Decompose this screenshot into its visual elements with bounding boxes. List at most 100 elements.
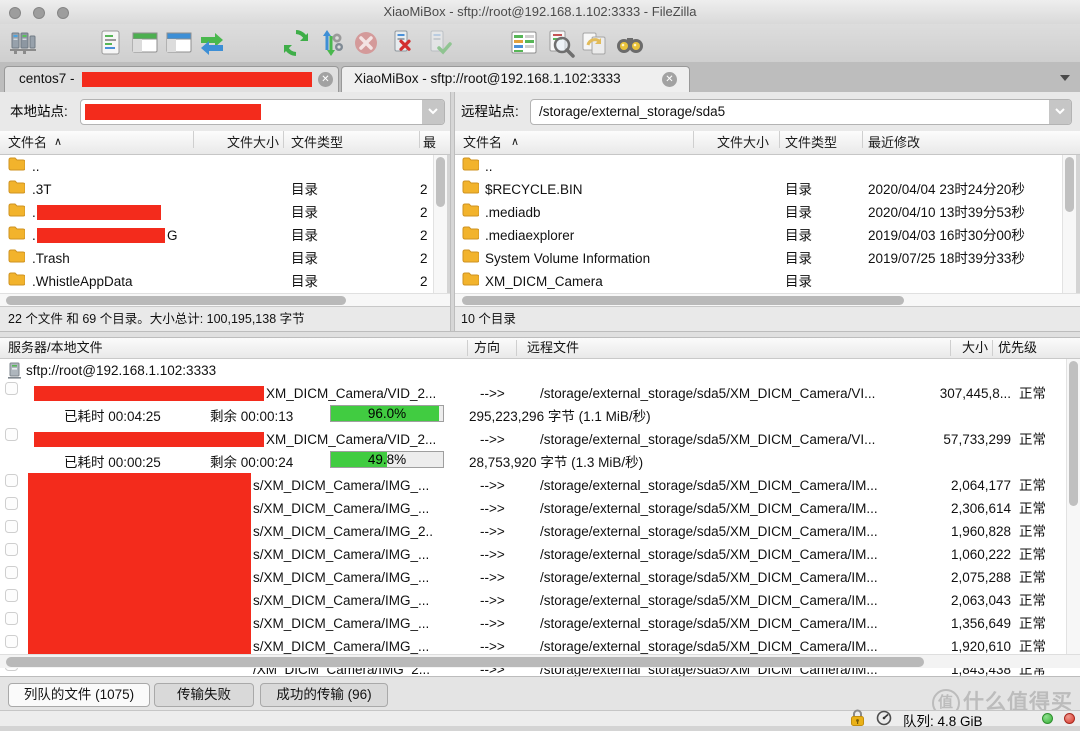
pane-splitter[interactable] <box>0 331 1080 338</box>
file-row[interactable]: .Trash 目录 2 <box>0 247 433 270</box>
remote-vertical-scrollbar[interactable] <box>1062 155 1076 293</box>
find-files-icon[interactable] <box>615 28 645 58</box>
file-modified: 2020/04/04 23时24分20秒 <box>868 182 1025 197</box>
directory-comparison-icon[interactable] <box>545 28 575 58</box>
file-name: .3T <box>32 182 52 197</box>
file-row[interactable]: XM_DICM_Camera 目录 <box>455 270 1062 293</box>
chevron-down-icon[interactable] <box>1049 100 1071 124</box>
redaction-bar <box>82 72 312 87</box>
file-row[interactable]: .3T 目录 2 <box>0 178 433 201</box>
cancel-icon[interactable] <box>351 28 381 58</box>
checkbox[interactable] <box>5 612 18 625</box>
file-row[interactable]: .mediadb 目录 2020/04/10 13时39分53秒 <box>455 201 1062 224</box>
local-site-combo[interactable] <box>80 99 445 125</box>
checkbox[interactable] <box>5 543 18 556</box>
file-modified: 2 <box>420 274 428 289</box>
file-name: . <box>32 228 36 243</box>
checkbox[interactable] <box>5 566 18 579</box>
column-size[interactable]: 大小 <box>0 338 988 358</box>
local-horizontal-scrollbar[interactable] <box>0 293 450 306</box>
column-filetype[interactable]: 文件类型 <box>785 131 837 154</box>
synchronized-browsing-icon[interactable] <box>579 28 609 58</box>
file-row[interactable]: System Volume Information 目录 2019/07/25 … <box>455 247 1062 270</box>
file-row[interactable]: $RECYCLE.BIN 目录 2020/04/04 23时24分20秒 <box>455 178 1062 201</box>
remote-path: /storage/external_storage/sda5/XM_DICM_C… <box>540 570 878 585</box>
queue-transfer-row[interactable]: XM_DICM_Camera/VID_2... -->> /storage/ex… <box>0 428 1080 451</box>
checkbox[interactable] <box>5 428 18 441</box>
transfer-queue-icon[interactable] <box>197 28 227 58</box>
tab-close-icon[interactable]: ✕ <box>318 72 333 87</box>
site-manager-icon[interactable] <box>8 28 38 58</box>
file-type: 目录 <box>785 182 812 197</box>
chevron-down-icon[interactable] <box>422 100 444 124</box>
folder-icon <box>462 270 480 293</box>
folder-icon <box>462 247 480 270</box>
file-type: 目录 <box>291 251 318 266</box>
priority: 正常 <box>1019 524 1046 539</box>
column-modified-partial[interactable]: 最 <box>423 131 436 154</box>
file-modified: 2 <box>420 251 428 266</box>
remote-path: /storage/external_storage/sda5/XM_DICM_C… <box>540 593 878 608</box>
tab-xiaomibox[interactable]: XiaoMiBox - sftp://root@192.168.1.102:33… <box>341 66 690 92</box>
priority: 正常 <box>1019 570 1046 585</box>
reconnect-icon[interactable] <box>423 28 453 58</box>
process-queue-icon[interactable] <box>315 28 345 58</box>
server-url: sftp://root@192.168.1.102:3333 <box>26 363 217 378</box>
redaction-bar <box>34 432 264 447</box>
checkbox[interactable] <box>5 520 18 533</box>
queue-server-row[interactable]: sftp://root@192.168.1.102:3333 <box>0 359 1080 382</box>
transfer-detail: 28,753,920 字节 (1.3 MiB/秒) <box>469 455 644 470</box>
priority: 正常 <box>1019 593 1046 608</box>
tab-successful-transfers[interactable]: 成功的传输 (96) <box>260 683 388 707</box>
checkbox[interactable] <box>5 635 18 648</box>
column-filesize[interactable]: 文件大小 <box>455 131 769 154</box>
lock-icon[interactable] <box>850 709 865 731</box>
size: 1,960,828 <box>950 524 1011 539</box>
file-row[interactable]: .mediaexplorer 目录 2019/04/03 16时30分00秒 <box>455 224 1062 247</box>
folder-icon <box>462 201 480 224</box>
file-type: 目录 <box>785 274 812 289</box>
file-row[interactable]: .. <box>0 155 433 178</box>
file-name: System Volume Information <box>485 251 651 266</box>
file-row[interactable]: .. <box>455 155 1062 178</box>
elapsed-time: 已耗时 00:04:25 <box>64 409 161 424</box>
tab-centos7[interactable]: centos7 - ✕ <box>4 66 339 92</box>
disconnect-icon[interactable] <box>387 28 417 58</box>
tab-list-dropdown-icon[interactable] <box>1060 75 1070 81</box>
file-row[interactable]: .WhistleAppData 目录 2 <box>0 270 433 293</box>
column-modified[interactable]: 最近修改 <box>868 131 920 154</box>
direction: -->> <box>480 386 505 401</box>
local-path: s/XM_DICM_Camera/IMG_... <box>253 593 430 608</box>
message-log-icon[interactable] <box>96 28 126 58</box>
priority: 正常 <box>1019 547 1046 562</box>
remote-site-combo[interactable]: /storage/external_storage/sda5 <box>530 99 1072 125</box>
priority: 正常 <box>1019 501 1046 516</box>
file-type: 目录 <box>785 228 812 243</box>
speed-limits-icon[interactable] <box>876 710 892 731</box>
queue-horizontal-scrollbar[interactable] <box>0 654 1080 668</box>
directory-listing-icon[interactable] <box>509 28 539 58</box>
column-priority[interactable]: 优先级 <box>998 338 1037 358</box>
checkbox[interactable] <box>5 497 18 510</box>
remote-tree-icon[interactable] <box>164 28 194 58</box>
checkbox[interactable] <box>5 589 18 602</box>
tab-queued-files[interactable]: 列队的文件 (1075) <box>8 683 150 707</box>
column-filesize[interactable]: 文件大小 <box>0 131 279 154</box>
tab-close-icon[interactable]: ✕ <box>662 72 677 87</box>
tab-failed-transfers[interactable]: 传输失败 <box>154 683 254 707</box>
file-row[interactable]: . 目录 2 <box>0 201 433 224</box>
checkbox[interactable] <box>5 382 18 395</box>
column-filetype[interactable]: 文件类型 <box>291 131 343 154</box>
size: 2,063,043 <box>950 593 1011 608</box>
local-vertical-scrollbar[interactable] <box>433 155 447 293</box>
local-tree-icon[interactable] <box>130 28 160 58</box>
file-modified: 2019/04/03 16时30分00秒 <box>868 228 1025 243</box>
remaining-time: 剩余 00:00:13 <box>210 409 294 424</box>
toolbar <box>0 24 1080 63</box>
queue-transfer-row[interactable]: XM_DICM_Camera/VID_2... -->> /storage/ex… <box>0 382 1080 405</box>
refresh-icon[interactable] <box>281 28 311 58</box>
checkbox[interactable] <box>5 474 18 487</box>
remote-horizontal-scrollbar[interactable] <box>455 293 1080 306</box>
queue-vertical-scrollbar[interactable] <box>1066 359 1080 654</box>
file-row[interactable]: . G 目录 2 <box>0 224 433 247</box>
